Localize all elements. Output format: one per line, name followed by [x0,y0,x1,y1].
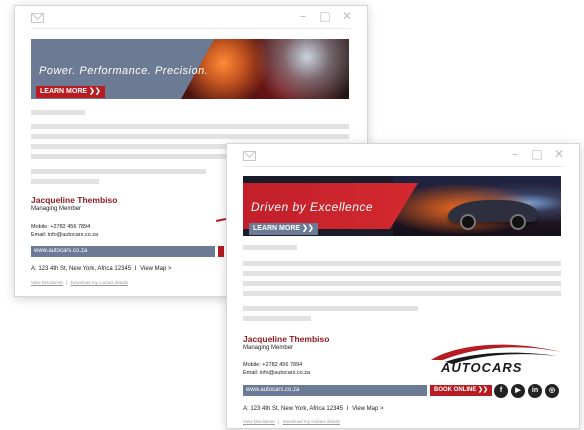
signature-name: Jacqueline Thembiso [243,334,330,344]
email-preview-window-front: – □ ✕ Driven by Excellence LEARN MORE ❯❯… [226,143,580,429]
book-online-button[interactable]: BOOK ONLINE ❯❯ [430,385,493,396]
window-titlebar: – □ ✕ [15,6,367,30]
maximize-button[interactable]: □ [319,9,331,23]
learn-more-button[interactable]: LEARN MORE ❯❯ [249,223,318,235]
logo-wordmark: AUTOCARS [441,360,523,375]
envelope-icon [31,13,44,23]
signature-mobile: Mobile: +2782 456 7894 [31,224,91,230]
window-controls: – □ ✕ [297,9,353,23]
maximize-button[interactable]: □ [531,147,543,161]
book-online-chip[interactable] [218,246,224,257]
placeholder-line [243,306,418,311]
placeholder-line [31,134,349,139]
close-button[interactable]: ✕ [553,147,565,161]
signature-role: Managing Member [243,345,294,351]
footer-link-separator: | [278,419,280,424]
address-text: A: 123 4th St, New York, Africa 12345 [31,266,132,272]
website-link[interactable]: www.autocars.co.za [243,385,427,396]
placeholder-line [243,245,297,250]
signature-email[interactable]: Email: info@autocars.co.za [31,232,98,238]
facebook-icon[interactable]: f [494,384,508,398]
address-line: A: 123 4th St, New York, Africa 12345 I … [31,266,172,272]
logo-swoosh-fragment [215,217,227,223]
window-titlebar: – □ ✕ [227,144,579,168]
close-button[interactable]: ✕ [341,9,353,23]
disclaimer-link[interactable]: View Disclaimer [243,419,275,424]
view-map-link[interactable]: View Map > [140,266,171,272]
address-line: A: 123 4th St, New York, Africa 12345 I … [243,406,384,412]
logo-swoosh-red [431,344,561,360]
youtube-icon[interactable]: ▶ [511,384,525,398]
signature-name: Jacqueline Thembiso [31,195,118,205]
address-separator: I [346,406,349,412]
placeholder-line [243,271,561,276]
learn-more-button[interactable]: LEARN MORE ❯❯ [36,86,105,98]
placeholder-line [243,261,561,266]
title-divider [31,28,351,29]
footer-link-separator: | [66,280,68,285]
banner-headline: Driven by Excellence [251,200,374,214]
promo-banner[interactable]: Power. Performance. Precision. LEARN MOR… [31,39,349,99]
footer-links: View Disclaimer | Download my contact de… [243,419,340,424]
promo-banner[interactable]: Driven by Excellence LEARN MORE ❯❯ [243,176,561,236]
instagram-icon[interactable]: ◎ [545,384,559,398]
download-contact-link[interactable]: Download my contact details [283,419,340,424]
linkedin-icon[interactable]: in [528,384,542,398]
website-link[interactable]: www.autocars.co.za [31,246,215,257]
signature-email[interactable]: Email: info@autocars.co.za [243,370,310,376]
minimize-button[interactable]: – [509,147,521,161]
address-text: A: 123 4th St, New York, Africa 12345 [243,406,344,412]
footer-links: View Disclaimer | Download my contact de… [31,280,128,285]
disclaimer-link[interactable]: View Disclaimer [31,280,63,285]
car-shape [448,200,538,230]
window-controls: – □ ✕ [509,147,565,161]
banner-headline: Power. Performance. Precision. [39,65,209,77]
placeholder-line [31,179,99,184]
placeholder-line [243,316,311,321]
envelope-icon [243,151,256,161]
placeholder-line [31,124,349,129]
view-map-link[interactable]: View Map > [352,406,383,412]
placeholder-line [243,291,561,296]
title-divider [243,166,563,167]
placeholder-line [31,110,85,115]
placeholder-line [31,169,206,174]
download-contact-link[interactable]: Download my contact details [71,280,128,285]
minimize-button[interactable]: – [297,9,309,23]
placeholder-line [243,281,561,286]
signature-role: Managing Member [31,206,82,212]
signature-mobile: Mobile: +2782 456 7894 [243,362,303,368]
address-separator: I [134,266,137,272]
